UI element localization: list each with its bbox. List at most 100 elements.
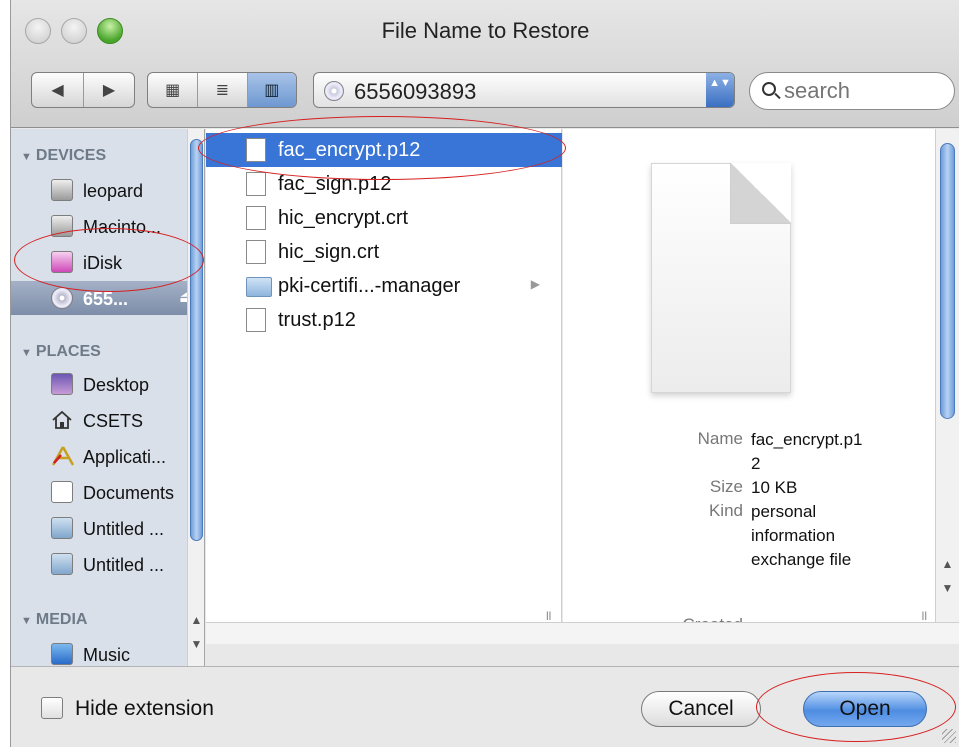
sidebar-item-label: Documents [83,483,175,503]
forward-button[interactable]: ▶ [82,73,134,107]
sidebar-item-label: CSETS [83,411,144,431]
icon-view-button[interactable]: ▦ [148,73,197,107]
sidebar-item-label: Desktop [83,375,150,395]
document-preview-icon [651,163,791,393]
file-item-trust[interactable]: trust.p12 [206,303,562,337]
sidebar-item-applications[interactable]: Applicati... [11,439,204,473]
file-column: fac_encrypt.p12 fac_sign.p12 hic_encrypt… [206,129,562,623]
preview-pane: Name fac_encrypt.p1 2 Size 10 KB Kind pe… [563,129,959,635]
open-button[interactable]: Open [803,691,927,727]
preview-kind-key: Kind [708,501,743,520]
search-field [749,72,955,110]
sidebar-item-idisk[interactable]: iDisk [11,245,204,279]
resize-grip-icon[interactable] [942,729,956,743]
sidebar-item-desktop[interactable]: Desktop [11,367,204,401]
preview-size-key: Size [709,477,743,496]
column-view-icon: ▥ [264,82,280,99]
window-title: File Name to Restore [381,18,590,43]
document-icon [246,172,266,196]
volume-icon [51,553,73,575]
path-popup-value: 6556093893 [354,79,477,104]
document-icon [246,308,266,332]
sidebar-item-label: Applicati... [83,447,167,467]
preview-size-key-wrap: Size [563,477,743,501]
hide-extension-checkbox[interactable] [41,697,63,719]
preview-scroll-thumb[interactable] [940,143,955,419]
sidebar-item-documents[interactable]: Documents [11,475,204,509]
file-item-label: fac_encrypt.p12 [278,139,421,161]
scroll-up-arrow-icon[interactable]: ▲ [936,557,959,571]
hard-drive-icon [51,179,73,201]
sidebar-item-disc[interactable]: 655... ⏏ [11,281,204,315]
file-dialog-window: File Name to Restore ◀ ▶ ▦ ≣ ▥ 655609389… [10,0,959,747]
idisk-icon [51,251,73,273]
cd-icon [51,287,73,309]
file-item-label: trust.p12 [278,309,356,331]
file-item-fac-sign[interactable]: fac_sign.p12 [206,167,562,201]
horizontal-scrollbar[interactable] [206,622,959,644]
file-item-label: pki-certifi...-manager [278,275,461,297]
preview-scrollbar[interactable]: ▲ ▼ [935,129,959,622]
forward-arrow-icon: ▶ [102,82,116,99]
file-item-hic-sign[interactable]: hic_sign.crt [206,235,562,269]
disclosure-arrow-icon: ▶ [530,277,540,291]
back-button[interactable]: ◀ [32,73,83,107]
path-popup[interactable]: 6556093893 ▲▼ [313,72,735,108]
search-input[interactable] [784,78,944,104]
file-item-pki-folder[interactable]: pki-certifi...-manager ▶ [206,269,562,303]
back-arrow-icon: ◀ [51,82,64,99]
sidebar-scrollbar[interactable]: ▲ ▼ [187,129,204,666]
sidebar-item-label: 655... [83,289,129,309]
sidebar-item-music[interactable]: Music [11,637,204,666]
desktop-icon [51,373,73,395]
sidebar-item-label: Macinto... [83,217,162,237]
preview-kind-key-wrap: Kind [563,501,743,525]
scroll-up-arrow-icon[interactable]: ▲ [188,613,204,627]
cd-icon [324,81,344,101]
document-icon [246,138,266,162]
file-item-label: hic_encrypt.crt [278,207,409,229]
file-item-label: fac_sign.p12 [278,173,392,195]
view-mode-control: ▦ ≣ ▥ [147,72,297,108]
folder-icon [246,277,272,297]
sidebar-item-leopard[interactable]: leopard [11,173,204,207]
sidebar-item-label: Untitled ... [83,555,165,575]
sidebar-item-untitled-1[interactable]: Untitled ... [11,511,204,545]
column-resize-grip-icon[interactable]: ll [922,609,927,623]
hide-extension-label[interactable]: Hide extension [75,697,214,721]
disclosure-triangle-icon: ▼ [21,151,32,163]
devices-header[interactable]: ▼ DEVICES [21,147,106,165]
media-header[interactable]: ▼ MEDIA [21,611,87,629]
icon-view-icon: ▦ [165,82,181,99]
file-item-fac-encrypt[interactable]: fac_encrypt.p12 [206,133,562,167]
sidebar-item-label: iDisk [83,253,122,273]
places-header[interactable]: ▼ PLACES [21,343,101,361]
document-icon [246,240,266,264]
column-resize-grip-icon[interactable]: ll [546,609,551,623]
list-view-icon: ≣ [215,82,230,99]
sidebar-item-label: leopard [83,181,144,201]
scroll-down-arrow-icon[interactable]: ▼ [936,581,959,595]
sidebar-item-untitled-2[interactable]: Untitled ... [11,547,204,581]
sidebar-item-macintosh[interactable]: Macinto... [11,209,204,243]
volume-icon [51,517,73,539]
documents-icon [51,481,73,503]
sidebar-item-label: Untitled ... [83,519,165,539]
sidebar-scroll-thumb[interactable] [190,139,203,541]
file-item-hic-encrypt[interactable]: hic_encrypt.crt [206,201,562,235]
music-icon [51,643,73,665]
file-item-label: hic_sign.crt [278,241,380,263]
scroll-down-arrow-icon[interactable]: ▼ [188,637,204,651]
cancel-button[interactable]: Cancel [641,691,761,727]
sidebar-item-label: Music [83,645,131,665]
title-toolbar: File Name to Restore ◀ ▶ ▦ ≣ ▥ 655609389… [11,0,959,128]
disclosure-triangle-icon: ▼ [21,347,32,359]
list-view-button[interactable]: ≣ [197,73,246,107]
sidebar-item-home[interactable]: CSETS [11,403,204,437]
column-view-button[interactable]: ▥ [246,73,296,107]
preview-name-key-wrap: Name [563,429,743,453]
home-icon [51,409,73,431]
disclosure-triangle-icon: ▼ [21,615,32,627]
popup-arrows-icon: ▲▼ [706,73,734,107]
document-icon [246,206,266,230]
